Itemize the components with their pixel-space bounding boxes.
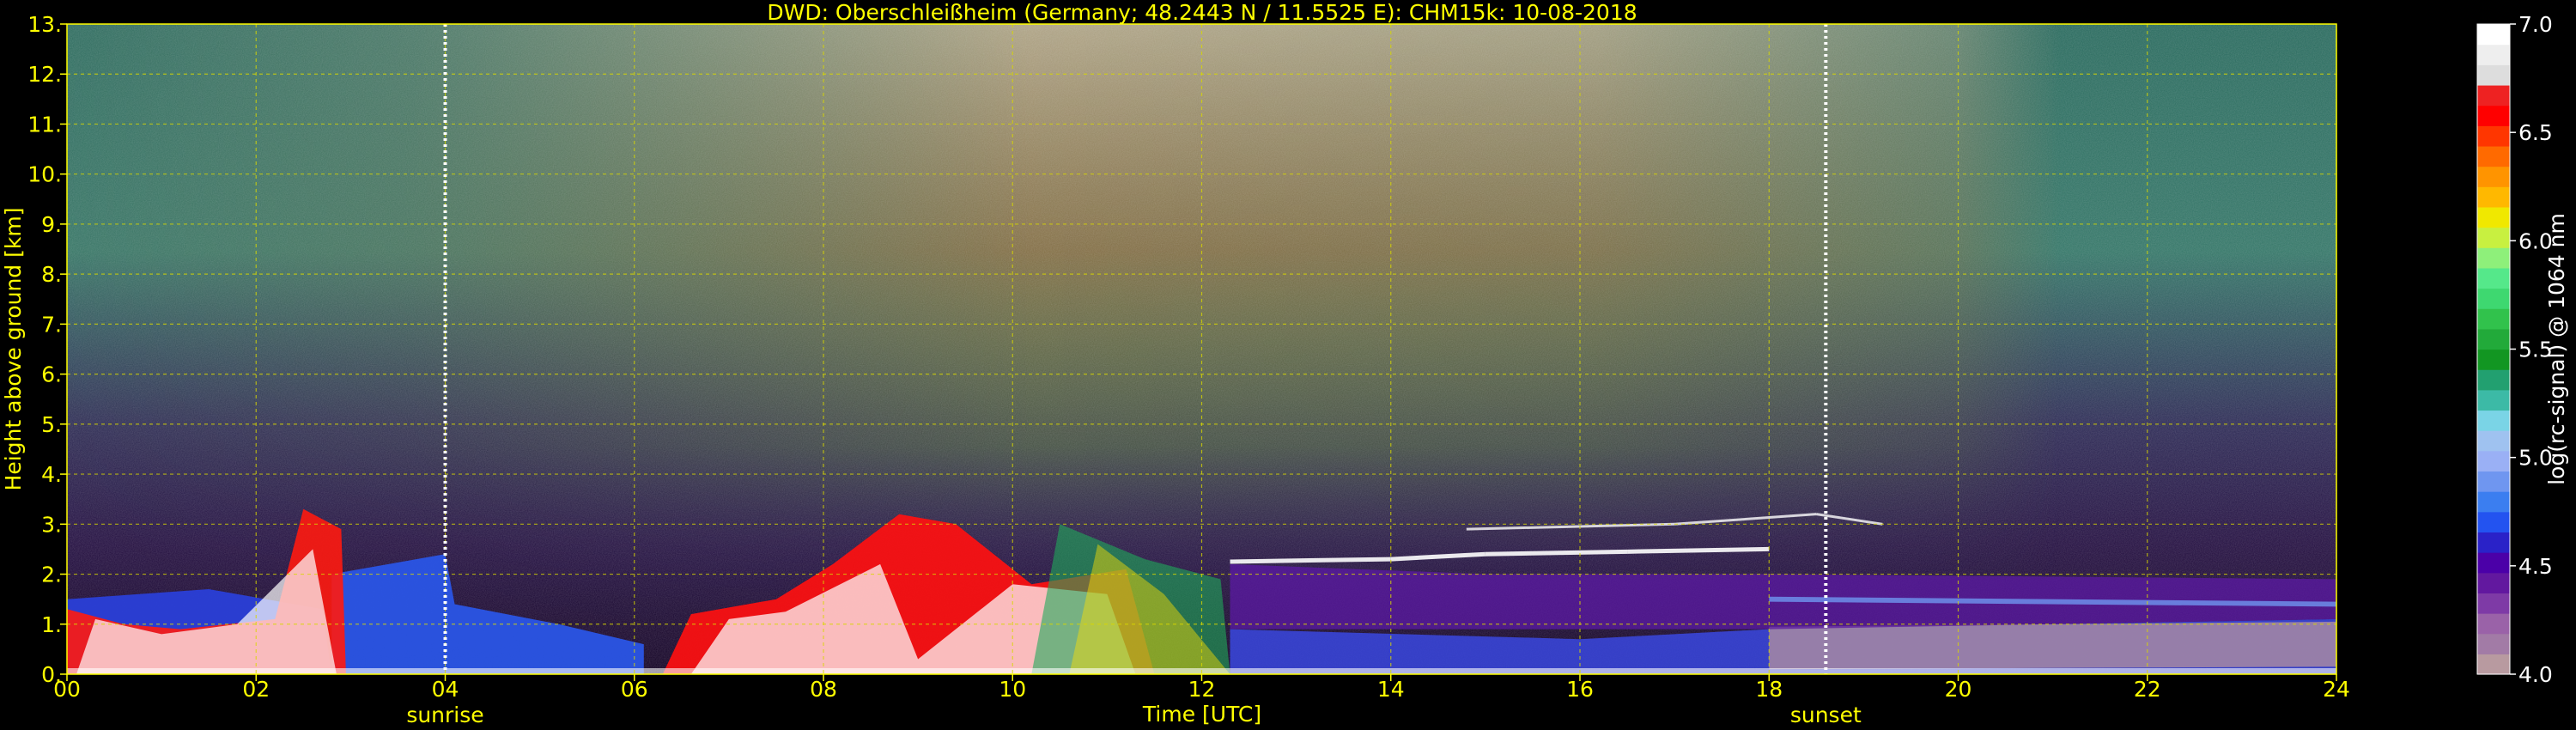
colorbar-segment (2477, 552, 2510, 574)
colorbar (2476, 23, 2511, 675)
cloud-top-segment (1485, 549, 1628, 557)
colorbar-tick-label: 6.5 (2518, 120, 2553, 145)
y-tick-label: 13. (27, 12, 62, 37)
y-tick-label: 2. (41, 563, 62, 587)
colorbar-segment (2477, 247, 2510, 269)
evening-layer-mauve (1769, 621, 2336, 674)
plot-area (67, 24, 2336, 674)
colorbar-segment (2477, 328, 2510, 350)
colorbar-segment (2477, 572, 2510, 593)
y-tick-label: 5. (41, 412, 62, 437)
x-tick-label: 04 (432, 677, 459, 702)
y-tick-label: 12. (27, 62, 62, 87)
colorbar-tick-label: 4.0 (2518, 662, 2553, 687)
x-tick-label: 20 (1945, 677, 1972, 702)
colorbar-segment (2477, 471, 2510, 492)
colorbar-tick-label: 7.0 (2518, 12, 2553, 37)
ceilometer-chart: DWD: Oberschleißheim (Germany; 48.2443 N… (1, 0, 2569, 727)
y-tick-label: 3. (41, 512, 62, 537)
colorbar-segment (2477, 24, 2510, 46)
sun-marker-label: sunset (1790, 703, 1862, 727)
colorbar-segment (2477, 593, 2510, 614)
y-axis-label: Height above ground [km] (1, 208, 26, 491)
colorbar-segment (2477, 84, 2510, 106)
x-axis-ticks: 00 02 04 06 08 10 12 14 16 18 20 22 24 (53, 674, 2350, 702)
colorbar-segment (2477, 491, 2510, 513)
colorbar-segment (2477, 308, 2510, 330)
colorbar-segment (2477, 145, 2510, 167)
x-tick-label: 12 (1188, 677, 1216, 702)
colorbar-tick-label: 4.5 (2518, 554, 2553, 579)
y-tick-label: 7. (41, 312, 62, 337)
colorbar-segment (2477, 105, 2510, 126)
colorbar-segment (2477, 369, 2510, 391)
colorbar-segment (2477, 186, 2510, 208)
x-tick-label: 00 (53, 677, 81, 702)
cloud-top-segment (1230, 557, 1391, 564)
cloud-top-segment (1627, 546, 1770, 554)
colorbar-segment (2477, 430, 2510, 452)
y-tick-label: 11. (27, 112, 62, 137)
y-tick-label: 10. (27, 162, 62, 187)
colorbar-segment (2477, 410, 2510, 431)
colorbar-segment (2477, 206, 2510, 228)
colorbar-segment (2477, 44, 2510, 65)
x-tick-label: 06 (621, 677, 648, 702)
y-tick-label: 9. (41, 212, 62, 237)
x-tick-label: 18 (1755, 677, 1783, 702)
colorbar-segment (2477, 654, 2510, 675)
sun-marker-label: sunrise (406, 703, 483, 727)
x-tick-label: 24 (2323, 677, 2350, 702)
y-tick-label: 1. (41, 612, 62, 637)
x-tick-label: 16 (1566, 677, 1594, 702)
x-tick-label: 14 (1377, 677, 1405, 702)
y-tick-label: 6. (41, 362, 62, 387)
x-tick-label: 08 (810, 677, 837, 702)
x-tick-label: 02 (242, 677, 270, 702)
colorbar-segment (2477, 633, 2510, 654)
colorbar-segment (2477, 613, 2510, 635)
colorbar-segment (2477, 450, 2510, 472)
sun-marker-labels: sunrise sunset (406, 703, 1862, 727)
colorbar-segment (2477, 389, 2510, 411)
y-tick-label: 8. (41, 262, 62, 287)
x-axis-label: Time [UTC] (1142, 702, 1261, 727)
colorbar-segment (2477, 227, 2510, 248)
colorbar-segment (2477, 166, 2510, 187)
colorbar-segment (2477, 532, 2510, 553)
y-axis-ticks: 0.1.2.3.4.5.6.7.8.9.10.11.12.13. (27, 12, 67, 687)
y-tick-label: 4. (41, 462, 62, 487)
colorbar-segment (2477, 511, 2510, 533)
colorbar-segment (2477, 267, 2510, 289)
colorbar-segment (2477, 64, 2510, 86)
colorbar-segment (2477, 125, 2510, 147)
chart-title: DWD: Oberschleißheim (Germany; 48.2443 N… (767, 0, 1637, 25)
x-tick-label: 22 (2134, 677, 2161, 702)
colorbar-segment (2477, 349, 2510, 370)
colorbar-label: log(rc-signal) @ 1064 nm (2544, 213, 2569, 485)
colorbar-segment (2477, 288, 2510, 309)
x-tick-label: 10 (999, 677, 1026, 702)
